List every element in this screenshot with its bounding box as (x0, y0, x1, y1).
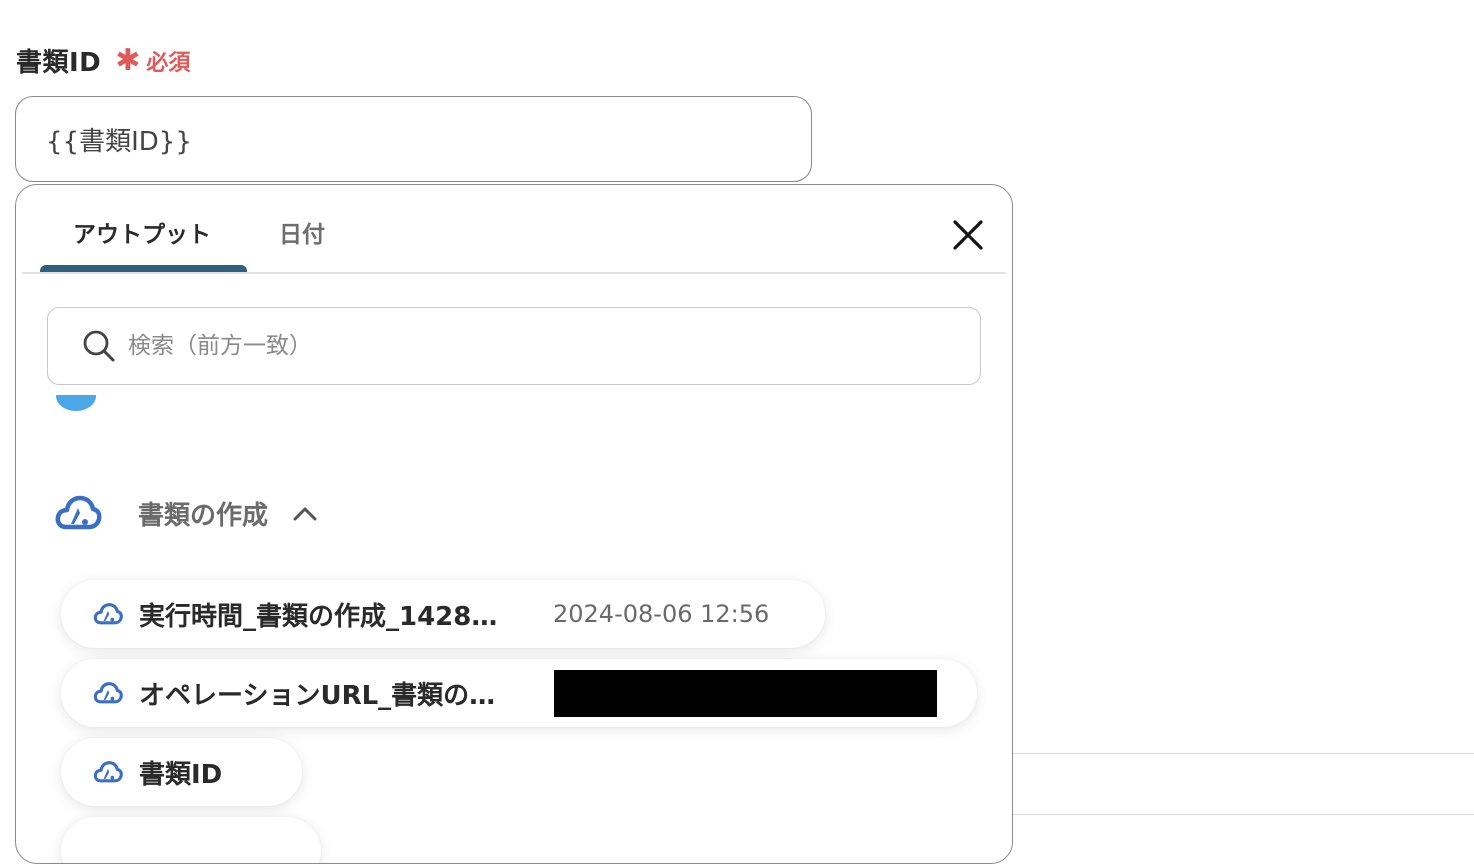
cloud-icon (93, 761, 123, 783)
search-icon (83, 330, 115, 362)
tab-divider (22, 272, 1006, 274)
section-title: 書類の作成 (138, 500, 269, 531)
output-picker-popup: アウトプット 日付 書類の作成 (15, 184, 1013, 864)
clipped-list-item (52, 395, 412, 429)
required-asterisk-icon: ✱ (115, 42, 141, 78)
close-button[interactable] (950, 217, 986, 253)
tab-date[interactable]: 日付 (279, 215, 325, 249)
background-divider-1 (1013, 753, 1474, 754)
cloud-icon (93, 682, 123, 704)
close-icon (953, 220, 983, 250)
search-input[interactable] (126, 332, 930, 360)
document-id-input[interactable]: {{書類ID}} (15, 96, 812, 182)
required-label: 必須 (146, 50, 191, 76)
field-label: 書類ID (16, 48, 102, 78)
chevron-up-icon (293, 507, 317, 521)
output-chip-operation-url[interactable]: オペレーションURL_書類の… (61, 659, 977, 727)
chip-label: 書類ID (139, 759, 223, 790)
output-chip-execution-time[interactable]: 実行時間_書類の作成_1428… 2024-08-06 12:56 (61, 580, 825, 648)
search-box[interactable] (47, 307, 981, 385)
cloud-icon (93, 603, 123, 625)
app-icon-partial (56, 395, 96, 411)
section-header-document-create[interactable]: 書類の作成 (54, 493, 318, 533)
document-id-input-value: {{書類ID}} (46, 126, 192, 157)
cloud-icon (55, 495, 102, 530)
tab-output[interactable]: アウトプット (73, 215, 211, 249)
redacted-value (554, 670, 937, 717)
chip-value: 2024-08-06 12:56 (553, 600, 770, 628)
required-indicator: ✱ 必須 (115, 45, 190, 77)
output-chip-partial[interactable] (61, 817, 321, 863)
field-label-row: 書類ID ✱ 必須 (16, 42, 190, 79)
background-divider-2 (1013, 814, 1474, 815)
chip-label: オペレーションURL_書類の… (139, 680, 496, 711)
chip-label: 実行時間_書類の作成_1428… (139, 601, 498, 632)
output-chip-document-id[interactable]: 書類ID (61, 738, 302, 806)
